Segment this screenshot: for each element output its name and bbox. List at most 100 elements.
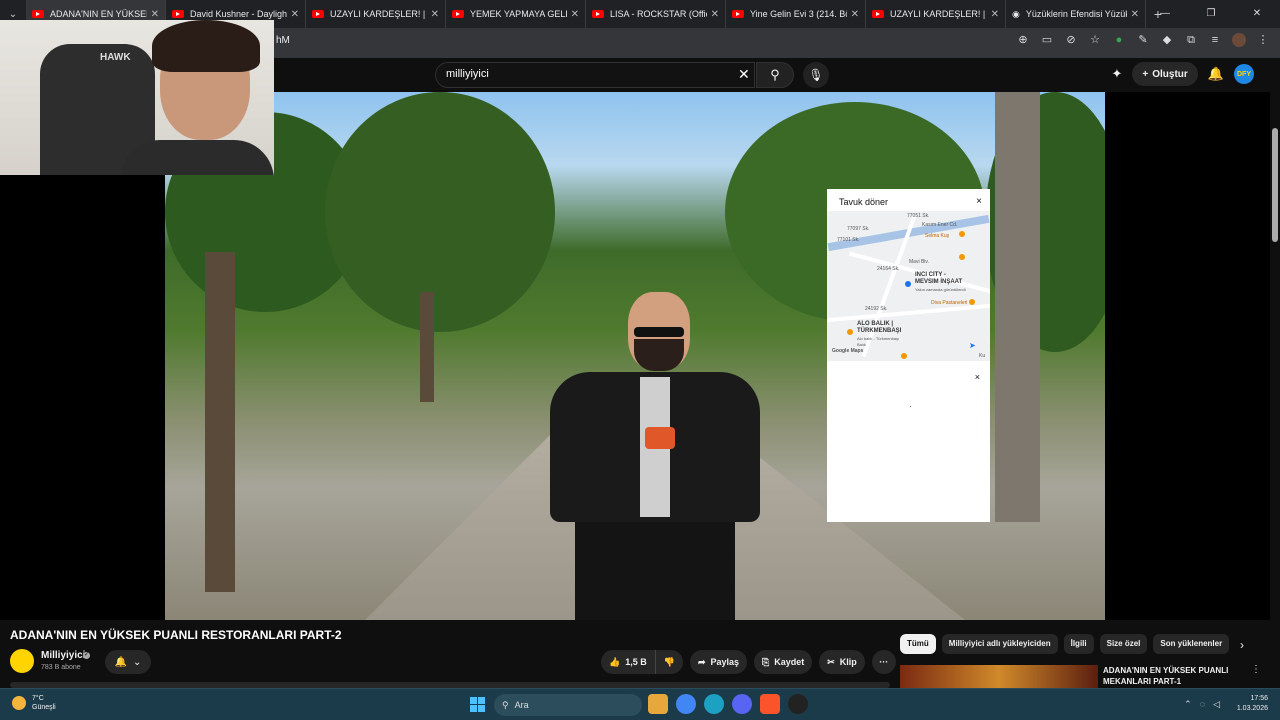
video-actions: 👍 1,5 B 👎 ➦ Paylaş ⎘ Kaydet ✂ Klip ··· xyxy=(601,650,896,674)
windows-start-icon[interactable] xyxy=(470,697,485,712)
tab-3[interactable]: UZAYLI KARDEŞLER! | ROA✕ xyxy=(306,0,446,28)
network-icon[interactable]: ◌ xyxy=(1200,699,1205,710)
close-tab-icon[interactable]: ✕ xyxy=(151,9,159,20)
panel-close-icon[interactable]: × xyxy=(975,372,980,382)
close-tab-icon[interactable]: ✕ xyxy=(571,9,579,20)
map-pin-icon[interactable] xyxy=(969,299,975,305)
voice-search-button[interactable]: 🎙 xyxy=(803,62,829,88)
weather-widget[interactable]: 7°C Güneşli xyxy=(12,694,56,712)
search-icon: ⚲ xyxy=(502,699,509,710)
search-input[interactable]: milliyiyici xyxy=(435,62,755,88)
youtube-icon xyxy=(592,10,604,18)
hide-icon[interactable]: ⊘ xyxy=(1064,33,1078,47)
navigation-arrow-icon[interactable]: ➤ xyxy=(969,341,976,350)
diamond-extension-icon[interactable]: ◆ xyxy=(1160,33,1174,47)
channel-avatar[interactable] xyxy=(10,649,34,673)
chip-related[interactable]: İlgili xyxy=(1063,634,1094,654)
tab-8[interactable]: ◉ Yüzüklerin Efendisi Yüzük ✕ xyxy=(1006,0,1146,28)
brave-icon[interactable] xyxy=(760,694,780,714)
close-tab-icon[interactable]: ✕ xyxy=(431,9,439,20)
tab-4[interactable]: YEMEK YAPMAYA GELDİK✕ xyxy=(446,0,586,28)
related-more-icon[interactable]: ⋮ xyxy=(1251,664,1261,675)
chip-from-uploader[interactable]: Milliyiyici adlı yükleyiciden xyxy=(941,634,1058,654)
map-pin-icon[interactable] xyxy=(905,281,911,287)
person-in-video xyxy=(550,277,760,620)
close-tab-icon[interactable]: ✕ xyxy=(991,9,999,20)
account-avatar[interactable]: DFY xyxy=(1234,64,1254,84)
maximize-button[interactable]: ❐ xyxy=(1188,0,1234,28)
file-explorer-icon[interactable] xyxy=(648,694,668,714)
dislike-button[interactable]: 👎 xyxy=(654,650,683,674)
close-tab-icon[interactable]: ✕ xyxy=(291,9,299,20)
clip-button[interactable]: ✂ Klip xyxy=(819,650,865,674)
subscribed-bell-button[interactable]: 🔔 ⌄ xyxy=(105,650,151,674)
related-video-title[interactable]: ADANA'NIN EN YÜKSEK PUANLI MEKANLARI PAR… xyxy=(1103,665,1253,687)
tab-6[interactable]: Yine Gelin Evi 3 (214. Bölü ✕ xyxy=(726,0,866,28)
close-tab-icon[interactable]: ✕ xyxy=(1131,9,1139,20)
pen-icon[interactable]: ✎ xyxy=(1136,33,1150,47)
clear-search-icon[interactable]: ✕ xyxy=(738,66,750,83)
channel-name[interactable]: Milliyiyici xyxy=(41,650,85,661)
cast-icon[interactable]: ▭ xyxy=(1040,33,1054,47)
page-scrollbar[interactable] xyxy=(1270,58,1280,688)
volume-icon[interactable]: ◁ xyxy=(1213,699,1220,710)
discord-icon[interactable] xyxy=(732,694,752,714)
scrollbar-thumb[interactable] xyxy=(1272,128,1278,242)
map-popup[interactable]: Tavuk döner × 77051 Sk. 77097 Sk. Kasım … xyxy=(827,189,990,522)
system-tray: ⌃ ◌ ◁ xyxy=(1184,699,1220,710)
like-button[interactable]: 👍 1,5 B xyxy=(601,650,655,674)
map-popup-title: Tavuk döner xyxy=(839,197,889,207)
close-tab-icon[interactable]: ✕ xyxy=(711,9,719,20)
map-pin-icon[interactable] xyxy=(847,329,853,335)
chair-logo: HAWK xyxy=(100,52,131,63)
notifications-bell-icon[interactable]: 🔔 xyxy=(1208,66,1224,82)
search-button[interactable]: ⚲ xyxy=(756,62,794,88)
puzzle-icon[interactable]: ⧉ xyxy=(1184,33,1198,47)
close-window-button[interactable]: ✕ xyxy=(1234,0,1280,28)
obs-icon[interactable] xyxy=(788,694,808,714)
bookmark-star-icon[interactable]: ☆ xyxy=(1088,33,1102,47)
minimize-button[interactable]: — xyxy=(1142,0,1188,28)
chip-for-you[interactable]: Size özel xyxy=(1099,634,1148,654)
thumbs-up-icon: 👍 xyxy=(609,656,621,667)
related-video-thumbnail[interactable] xyxy=(900,665,1098,688)
youtube-icon xyxy=(172,10,184,18)
close-tab-icon[interactable]: ✕ xyxy=(851,9,859,20)
more-actions-button[interactable]: ··· xyxy=(871,650,896,674)
share-icon: ➦ xyxy=(697,656,706,667)
thumbs-down-icon: 👎 xyxy=(663,656,675,667)
windows-taskbar: 7°C Güneşli ⚲ Ara ⌃ ◌ ◁ 17:56 1.03.2026 xyxy=(0,688,1280,720)
map-pin-icon[interactable] xyxy=(959,254,965,260)
taskbar-clock[interactable]: 17:56 1.03.2026 xyxy=(1237,694,1268,714)
shield-extension-icon[interactable]: ● xyxy=(1112,33,1126,47)
taskbar-search[interactable]: ⚲ Ara xyxy=(494,694,642,716)
profile-icon[interactable] xyxy=(1232,33,1246,47)
url-text[interactable]: hM xyxy=(276,35,290,46)
map-view[interactable]: 77051 Sk. 77097 Sk. Kasım Ener Cd. Selma… xyxy=(827,211,990,361)
zoom-icon[interactable]: ⊕ xyxy=(1016,33,1030,47)
media-icon[interactable]: ≡ xyxy=(1208,33,1222,47)
chrome-icon[interactable] xyxy=(676,694,696,714)
webcam-overlay: HAWK xyxy=(0,20,274,175)
map-close-icon[interactable]: × xyxy=(976,196,982,207)
create-button[interactable]: + Oluştur xyxy=(1132,62,1198,86)
cast-video-icon[interactable]: ✦ xyxy=(1112,66,1123,82)
tab-7[interactable]: UZAYLI KARDEŞLER! | ROA✕ xyxy=(866,0,1006,28)
bell-icon: 🔔 xyxy=(114,656,128,668)
share-button[interactable]: ➦ Paylaş xyxy=(689,650,748,674)
window-controls: — ❐ ✕ xyxy=(1142,0,1280,28)
chevron-up-icon[interactable]: ⌃ xyxy=(1184,699,1192,710)
chevron-right-icon[interactable]: › xyxy=(1240,638,1244,652)
chip-all[interactable]: Tümü xyxy=(900,634,936,654)
sun-icon xyxy=(12,696,26,710)
map-pin-icon[interactable] xyxy=(959,231,965,237)
chevron-down-icon: ⌄ xyxy=(133,656,142,668)
menu-icon[interactable]: ⋮ xyxy=(1256,33,1270,47)
scissors-icon: ✂ xyxy=(827,656,835,667)
edge-icon[interactable] xyxy=(704,694,724,714)
map-pin-icon[interactable] xyxy=(901,353,907,359)
taskbar-apps xyxy=(648,694,808,714)
tab-5[interactable]: LISA - ROCKSTAR (Officia ✕ xyxy=(586,0,726,28)
chip-recent[interactable]: Son yüklenenler xyxy=(1153,634,1230,654)
save-button[interactable]: ⎘ Kaydet xyxy=(754,650,813,674)
